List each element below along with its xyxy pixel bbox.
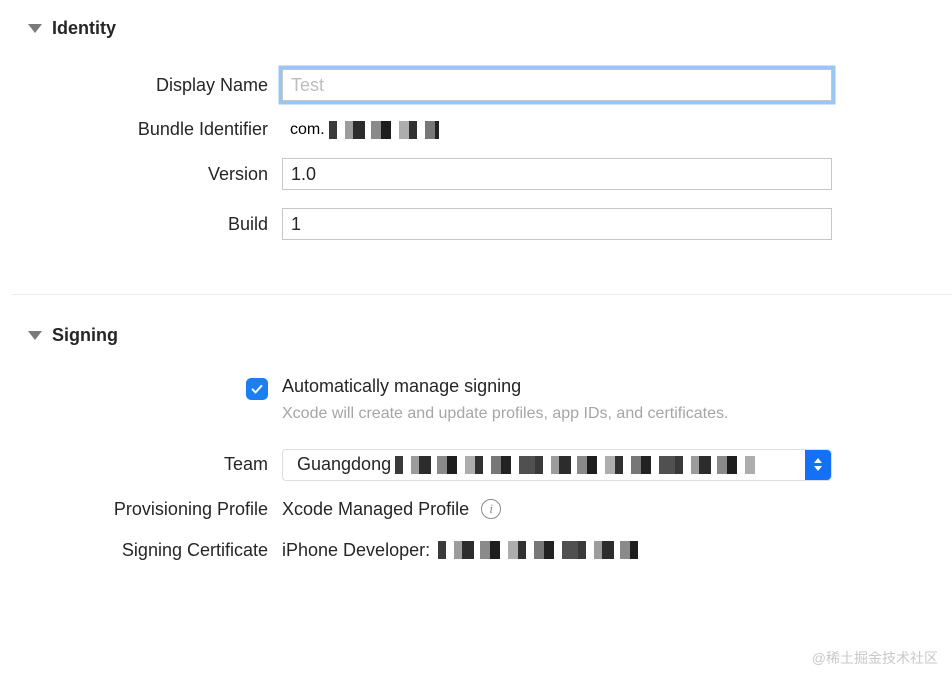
chevron-up-down-icon: [805, 450, 831, 480]
bundle-identifier-prefix: com.: [290, 121, 325, 139]
auto-manage-signing-description: Xcode will create and update profiles, a…: [282, 403, 832, 425]
disclosure-triangle-icon[interactable]: [28, 24, 42, 33]
build-input[interactable]: [282, 208, 832, 240]
signing-header: Signing: [0, 325, 952, 346]
signing-certificate-prefix: iPhone Developer:: [282, 540, 430, 561]
identity-header: Identity: [0, 18, 952, 39]
signing-certificate-label: Signing Certificate: [0, 540, 282, 561]
auto-manage-signing-checkbox[interactable]: [246, 378, 268, 400]
identity-title: Identity: [52, 18, 116, 39]
watermark: @稀土掘金技术社区: [812, 648, 938, 668]
version-label: Version: [0, 164, 282, 185]
display-name-input[interactable]: [282, 69, 832, 101]
team-label: Team: [0, 454, 282, 475]
provisioning-profile-label: Provisioning Profile: [0, 499, 282, 520]
section-divider: [12, 294, 952, 295]
disclosure-triangle-icon[interactable]: [28, 331, 42, 340]
signing-section: Signing Automatically manage signing Xco…: [0, 325, 952, 605]
provisioning-profile-value: Xcode Managed Profile: [282, 499, 469, 520]
build-label: Build: [0, 214, 282, 235]
redacted-text: [395, 456, 755, 474]
version-input[interactable]: [282, 158, 832, 190]
redacted-text: [438, 541, 638, 559]
bundle-identifier-label: Bundle Identifier: [0, 119, 282, 140]
display-name-label: Display Name: [0, 75, 282, 96]
auto-manage-signing-label: Automatically manage signing: [282, 376, 832, 397]
bundle-identifier-input[interactable]: com.: [282, 121, 832, 139]
checkmark-icon: [250, 382, 264, 396]
team-selected-prefix: Guangdong: [297, 454, 391, 475]
identity-section: Identity Display Name Bundle Identifier …: [0, 18, 952, 282]
signing-title: Signing: [52, 325, 118, 346]
team-select[interactable]: Guangdong: [282, 449, 832, 481]
redacted-text: [329, 121, 439, 139]
info-icon[interactable]: i: [481, 499, 501, 519]
